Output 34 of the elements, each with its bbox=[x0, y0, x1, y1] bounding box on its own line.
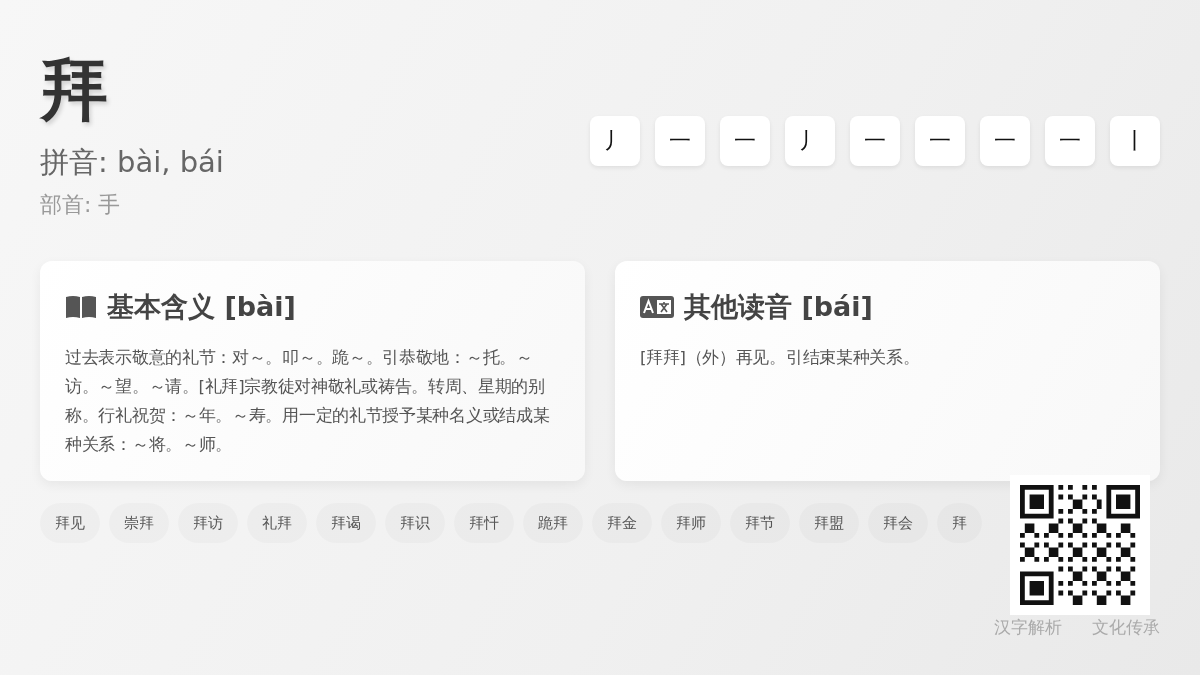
card-title: 其他读音 [bái] bbox=[684, 290, 873, 324]
word-tag[interactable]: 拜忏 bbox=[454, 503, 514, 543]
word-tag[interactable]: 拜访 bbox=[178, 503, 238, 543]
definition-text: 过去表示敬意的礼节：对～。叩～。跪～。引恭敬地：～托。～访。～望。～请。[礼拜]宗教徒对神敬礼或祷告。转周、星期的别称。行礼祝贺：～年。～寿。用一定的礼节授予某种名义或结成某种关系：～将。～师。 bbox=[65, 347, 551, 456]
word-tag[interactable]: 拜师 bbox=[661, 503, 721, 543]
stroke-tile: 一 bbox=[1045, 116, 1095, 166]
footer-text: 汉字解析 bbox=[994, 616, 1062, 639]
footer-text: 文化传承 bbox=[1092, 616, 1160, 639]
card-title: 基本含义 [bài] bbox=[107, 290, 296, 324]
book-icon bbox=[65, 295, 97, 319]
word-tag[interactable]: 礼拜 bbox=[247, 503, 307, 543]
radical-text: 部首: 手 bbox=[40, 191, 122, 219]
word-tag[interactable]: 拜会 bbox=[868, 503, 928, 543]
stroke-tile: 丨 bbox=[1110, 116, 1160, 166]
word-tag[interactable]: 崇拜 bbox=[109, 503, 169, 543]
word-tag[interactable]: 拜见 bbox=[40, 503, 100, 543]
word-tag[interactable]: 拜盟 bbox=[799, 503, 859, 543]
pinyin-text: 拼音: bài, bái bbox=[40, 144, 224, 181]
word-tag[interactable]: 拜金 bbox=[592, 503, 652, 543]
stroke-tile: 丿 bbox=[785, 116, 835, 166]
stroke-tile: 一 bbox=[850, 116, 900, 166]
word-tag[interactable]: 跪拜 bbox=[523, 503, 583, 543]
stroke-tile: 一 bbox=[655, 116, 705, 166]
translate-icon bbox=[640, 296, 674, 318]
definition-text: [拜拜]（外）再见。引结束某种关系。 bbox=[640, 347, 921, 369]
stroke-tile: 丿 bbox=[590, 116, 640, 166]
stroke-tile: 一 bbox=[980, 116, 1030, 166]
character-title: 拜 bbox=[40, 50, 109, 130]
stroke-tile: 一 bbox=[915, 116, 965, 166]
word-tag[interactable]: 拜识 bbox=[385, 503, 445, 543]
word-tag[interactable]: 拜节 bbox=[730, 503, 790, 543]
word-tag[interactable]: 拜 bbox=[937, 503, 982, 543]
stroke-tile: 一 bbox=[720, 116, 770, 166]
word-tag[interactable]: 拜谒 bbox=[316, 503, 376, 543]
